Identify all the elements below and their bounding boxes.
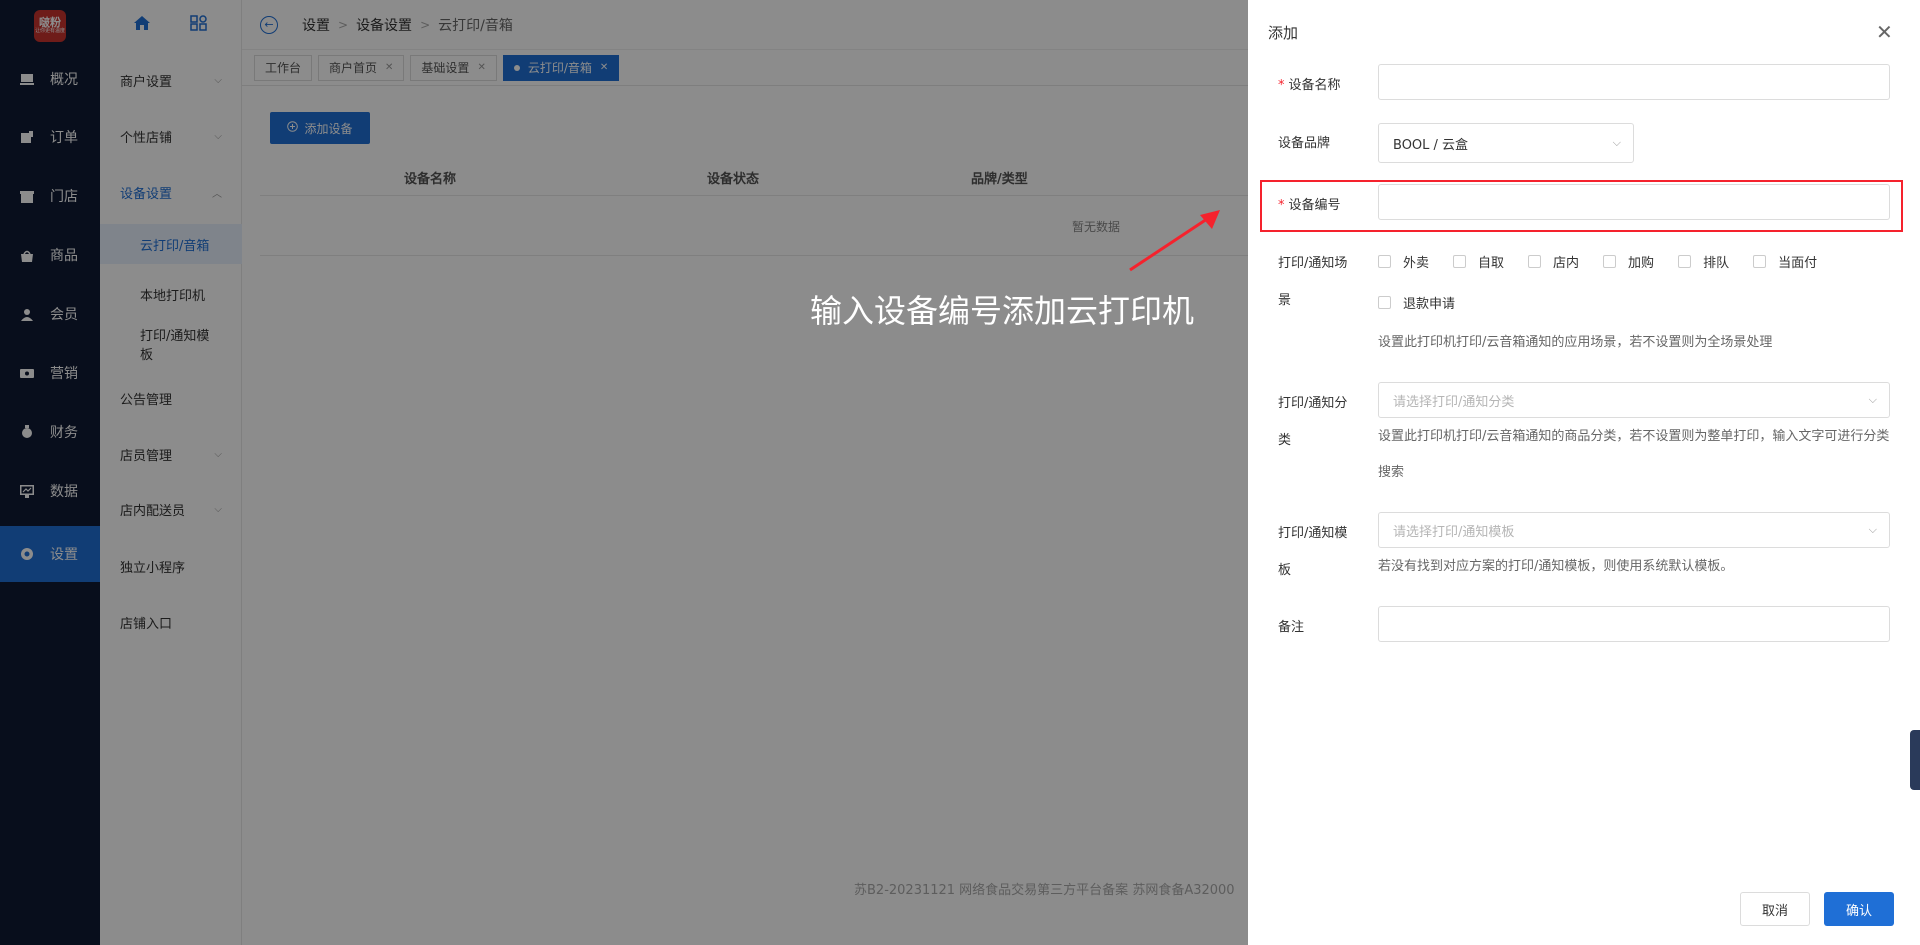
- device-brand-value: BOOL / 云盒: [1393, 137, 1469, 153]
- checkbox[interactable]: [1678, 255, 1692, 268]
- scene-checkbox-row: 外卖 自取 店内 加购 排队 当面付: [1378, 252, 1841, 271]
- template-label: 打印/通知模: [1278, 526, 1348, 541]
- category-hint: 设置此打印机打印/云音箱通知的商品分类，若不设置则为整单打印，输入文字可进行分类…: [1378, 429, 1890, 480]
- field-label-text: 设备名称: [1288, 78, 1341, 93]
- chevron-down-icon: ⌵: [1612, 136, 1621, 149]
- category-label-cont: 类: [1278, 433, 1292, 448]
- scene-checkbox-refund[interactable]: 退款申请: [1378, 293, 1455, 312]
- confirm-button[interactable]: 确认: [1824, 892, 1894, 926]
- chevron-down-icon: ⌵: [1868, 523, 1877, 536]
- add-device-drawer: 添加 ✕ * 设备名称 设备品牌 BOOL / 云盒 ⌵ * 设备编号 打印/通知场…: [1248, 0, 1920, 945]
- remark-label: 备注: [1278, 620, 1305, 635]
- close-icon[interactable]: ✕: [1876, 20, 1893, 44]
- device-brand-select[interactable]: BOOL / 云盒 ⌵: [1378, 123, 1634, 163]
- scene-label-cont: 景: [1278, 293, 1292, 308]
- checkbox[interactable]: [1378, 296, 1391, 309]
- checkbox-label: 排队: [1703, 256, 1730, 271]
- scene-checkbox-takeout[interactable]: 外卖: [1378, 252, 1429, 271]
- scene-checkbox-facepay[interactable]: 当面付: [1753, 252, 1817, 271]
- scene-checkbox-queue[interactable]: 排队: [1678, 252, 1729, 271]
- template-hint: 若没有找到对应方案的打印/通知模板，则使用系统默认模板。: [1378, 559, 1734, 574]
- required-mark: *: [1278, 198, 1285, 213]
- annotation-text: 输入设备编号添加云打印机: [810, 292, 1195, 330]
- template-placeholder: 请选择打印/通知模板: [1393, 524, 1515, 540]
- scene-checkbox-addon[interactable]: 加购: [1603, 252, 1654, 271]
- checkbox[interactable]: [1753, 255, 1767, 268]
- required-mark: *: [1278, 78, 1285, 93]
- side-widget-handle[interactable]: [1910, 730, 1920, 790]
- scene-checkbox-pickup[interactable]: 自取: [1453, 252, 1504, 271]
- drawer-title: 添加: [1268, 24, 1299, 42]
- cancel-button[interactable]: 取消: [1740, 892, 1810, 926]
- device-code-input[interactable]: [1378, 184, 1890, 220]
- checkbox[interactable]: [1528, 255, 1542, 268]
- scene-label: 打印/通知场: [1278, 256, 1348, 271]
- field-label-text: 设备编号: [1288, 198, 1341, 213]
- device-brand-label: 设备品牌: [1278, 136, 1331, 151]
- category-select[interactable]: 请选择打印/通知分类 ⌵: [1378, 382, 1890, 418]
- device-code-label: * 设备编号: [1278, 194, 1341, 213]
- chevron-down-icon: ⌵: [1868, 393, 1877, 406]
- scene-checkbox-dinein[interactable]: 店内: [1528, 252, 1579, 271]
- scene-checkbox-row-2: 退款申请: [1378, 293, 1479, 312]
- annotation-arrow-icon: [1129, 210, 1220, 272]
- checkbox-label: 店内: [1553, 256, 1580, 271]
- checkbox-label: 当面付: [1778, 256, 1818, 271]
- checkbox[interactable]: [1378, 255, 1391, 268]
- checkbox[interactable]: [1453, 255, 1467, 268]
- checkbox-label: 加购: [1628, 256, 1655, 271]
- category-placeholder: 请选择打印/通知分类: [1393, 394, 1515, 410]
- template-select[interactable]: 请选择打印/通知模板 ⌵: [1378, 512, 1890, 548]
- template-label-cont: 板: [1278, 563, 1292, 578]
- checkbox-label: 外卖: [1403, 256, 1430, 271]
- device-name-input[interactable]: [1378, 64, 1890, 100]
- category-label: 打印/通知分: [1278, 396, 1348, 411]
- remark-input[interactable]: [1378, 606, 1890, 642]
- checkbox-label: 退款申请: [1403, 297, 1456, 312]
- checkbox[interactable]: [1603, 255, 1617, 268]
- scene-hint: 设置此打印机打印/云音箱通知的应用场景，若不设置则为全场景处理: [1378, 335, 1773, 350]
- checkbox-label: 自取: [1478, 256, 1505, 271]
- device-name-label: * 设备名称: [1278, 74, 1341, 93]
